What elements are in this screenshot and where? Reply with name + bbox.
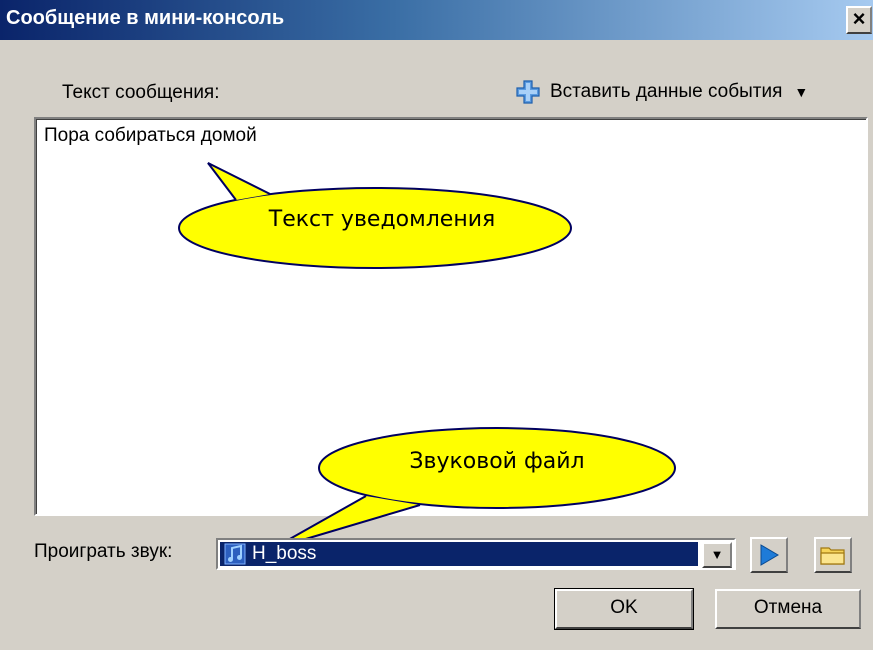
chevron-down-icon: ▼ — [794, 84, 809, 100]
cancel-button[interactable]: Отмена — [715, 589, 861, 629]
folder-icon — [820, 547, 845, 565]
play-icon — [760, 544, 779, 566]
insert-event-data-button[interactable]: Вставить данные события ▼ — [516, 78, 808, 106]
ok-button[interactable]: OK — [554, 588, 694, 630]
message-text-area[interactable]: Пора собираться домой — [34, 117, 868, 516]
window-title: Сообщение в мини-консоль — [6, 7, 285, 29]
sound-file-name: H_boss — [252, 543, 317, 564]
plus-icon — [516, 80, 540, 104]
message-text-label: Текст сообщения: — [62, 82, 220, 103]
browse-sound-button[interactable] — [814, 537, 852, 573]
close-button[interactable]: × — [846, 6, 872, 34]
sound-file-select[interactable]: H_boss — [216, 538, 736, 570]
message-text-value: Пора собираться домой — [44, 125, 257, 146]
music-note-icon — [224, 543, 246, 565]
sound-file-selected: H_boss — [220, 542, 698, 566]
play-sound-label: Проиграть звук: — [34, 541, 173, 562]
title-bar: Сообщение в мини-консоль × — [0, 0, 873, 40]
sound-select-dropdown-button[interactable]: ▼ — [702, 542, 732, 568]
insert-event-data-label: Вставить данные события — [550, 81, 783, 102]
play-sound-button[interactable] — [750, 537, 788, 573]
